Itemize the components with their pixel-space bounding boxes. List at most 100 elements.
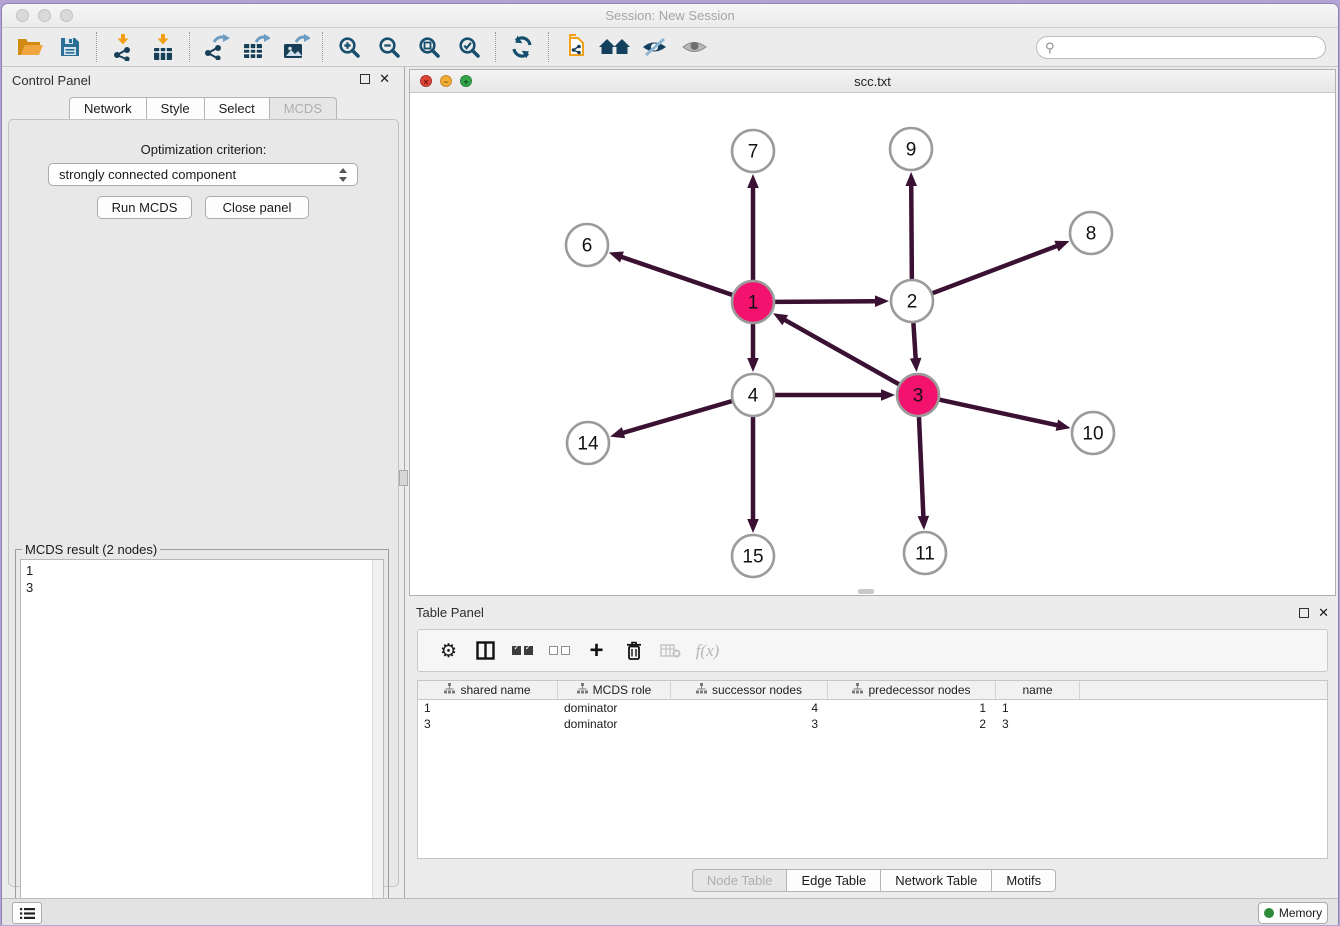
import-table-button[interactable] <box>143 31 183 63</box>
edge-3-10[interactable] <box>939 400 1058 426</box>
canvas-scroll-handle[interactable] <box>858 589 874 594</box>
tab-motifs[interactable]: Motifs <box>991 869 1056 892</box>
title-bar: Session: New Session <box>2 4 1338 28</box>
table-settings-button[interactable]: ⚙ <box>430 636 467 666</box>
column-header-successor-nodes[interactable]: successor nodes <box>671 681 828 699</box>
show-all-button[interactable] <box>675 31 715 63</box>
table-cell[interactable]: 4 <box>671 700 828 716</box>
zoom-out-button[interactable] <box>369 31 409 63</box>
table-cell[interactable]: 2 <box>828 716 996 732</box>
arrowhead-1-4 <box>747 358 759 372</box>
edge-1-6[interactable] <box>620 256 732 294</box>
table-row[interactable]: 3dominator323 <box>418 716 1327 732</box>
eye-icon <box>681 38 709 56</box>
node-label-6: 6 <box>582 236 593 257</box>
close-table-panel-icon[interactable]: ✕ <box>1318 606 1329 620</box>
export-network-icon <box>202 34 230 60</box>
tab-network[interactable]: Network <box>69 97 147 120</box>
deselect-all-columns-button[interactable] <box>541 636 578 666</box>
node-table: shared nameMCDS rolesuccessor nodesprede… <box>417 680 1328 859</box>
search-box[interactable]: ⚲ <box>1036 36 1326 59</box>
memory-button[interactable]: Memory <box>1258 902 1328 924</box>
tab-edge-table[interactable]: Edge Table <box>786 869 881 892</box>
table-cell[interactable]: 1 <box>996 700 1080 716</box>
arrowhead-1-2 <box>875 295 889 307</box>
tab-mcds[interactable]: MCDS <box>269 97 337 120</box>
first-neighbors-button[interactable] <box>595 31 635 63</box>
edge-4-14[interactable] <box>622 401 732 433</box>
run-mcds-button[interactable]: Run MCDS <box>97 196 192 219</box>
criterion-dropdown[interactable]: strongly connected component <box>48 163 358 186</box>
float-table-panel-icon[interactable] <box>1299 608 1309 618</box>
window-title: Session: New Session <box>2 8 1338 23</box>
status-bar: Memory <box>2 898 1338 925</box>
criterion-dropdown-value: strongly connected component <box>59 167 236 182</box>
node-label-7: 7 <box>748 142 759 163</box>
edge-3-11[interactable] <box>919 417 923 518</box>
tab-node-table[interactable]: Node Table <box>692 869 788 892</box>
open-session-button[interactable] <box>10 31 50 63</box>
refresh-view-button[interactable] <box>502 31 542 63</box>
refresh-icon <box>510 35 534 59</box>
mcds-result-list[interactable]: 13 <box>20 559 384 922</box>
column-type-icon <box>852 683 863 697</box>
open-folder-icon <box>17 36 44 58</box>
zoom-in-button[interactable] <box>329 31 369 63</box>
node-label-14: 14 <box>577 434 599 455</box>
splitter-handle[interactable] <box>399 470 408 486</box>
table-cell[interactable]: 3 <box>418 716 558 732</box>
network-graph[interactable]: 7968124314101511 <box>410 93 1335 595</box>
edge-2-3[interactable] <box>913 323 915 360</box>
arrowhead-3-10 <box>1056 419 1071 430</box>
network-window-titlebar[interactable]: × − + scc.txt <box>410 70 1335 93</box>
table-cell[interactable]: 3 <box>996 716 1080 732</box>
network-from-selection-button[interactable] <box>555 31 595 63</box>
table-cell[interactable]: 3 <box>671 716 828 732</box>
result-scrollbar[interactable] <box>372 560 383 921</box>
select-all-columns-button[interactable]: ✓✓ <box>504 636 541 666</box>
add-column-button[interactable]: + <box>578 636 615 666</box>
hide-selected-button[interactable] <box>635 31 675 63</box>
zoom-selected-button[interactable] <box>449 31 489 63</box>
dropdown-arrows-icon <box>339 168 348 182</box>
app-window: Session: New Session <box>1 3 1339 925</box>
column-header-predecessor-nodes[interactable]: predecessor nodes <box>828 681 996 699</box>
tab-style[interactable]: Style <box>146 97 205 120</box>
delete-column-button[interactable] <box>615 636 652 666</box>
table-cell[interactable]: dominator <box>558 700 671 716</box>
column-header-name[interactable]: name <box>996 681 1080 699</box>
column-header-shared-name[interactable]: shared name <box>418 681 558 699</box>
column-header-MCDS-role[interactable]: MCDS role <box>558 681 671 699</box>
node-label-2: 2 <box>907 292 918 313</box>
edge-3-1[interactable] <box>783 319 898 384</box>
close-panel-icon[interactable]: ✕ <box>379 72 390 86</box>
graph-canvas[interactable]: 7968124314101511 <box>410 93 1335 595</box>
zoom-fit-button[interactable] <box>409 31 449 63</box>
search-input[interactable] <box>1059 41 1325 55</box>
edge-2-8[interactable] <box>933 245 1059 293</box>
tab-network-table[interactable]: Network Table <box>880 869 992 892</box>
arrowhead-1-6 <box>609 252 624 263</box>
table-row[interactable]: 1dominator411 <box>418 700 1327 716</box>
delete-table-button[interactable] <box>652 636 689 666</box>
export-table-button[interactable] <box>236 31 276 63</box>
table-cell[interactable]: dominator <box>558 716 671 732</box>
import-network-button[interactable] <box>103 31 143 63</box>
edge-1-2[interactable] <box>775 301 877 302</box>
close-panel-button[interactable]: Close panel <box>205 196 309 219</box>
edge-2-9[interactable] <box>911 184 912 279</box>
export-image-icon <box>282 34 310 60</box>
export-image-button[interactable] <box>276 31 316 63</box>
table-cell[interactable]: 1 <box>418 700 558 716</box>
save-session-button[interactable] <box>50 31 90 63</box>
show-column-button[interactable] <box>467 636 504 666</box>
float-panel-icon[interactable] <box>360 74 370 84</box>
export-network-button[interactable] <box>196 31 236 63</box>
memory-status-icon <box>1264 908 1274 918</box>
tab-select[interactable]: Select <box>204 97 270 120</box>
node-label-3: 3 <box>913 386 924 407</box>
table-cell[interactable]: 1 <box>828 700 996 716</box>
function-builder-button[interactable]: f(x) <box>689 636 726 666</box>
toolbar-separator <box>495 32 496 62</box>
task-history-button[interactable] <box>12 902 42 924</box>
